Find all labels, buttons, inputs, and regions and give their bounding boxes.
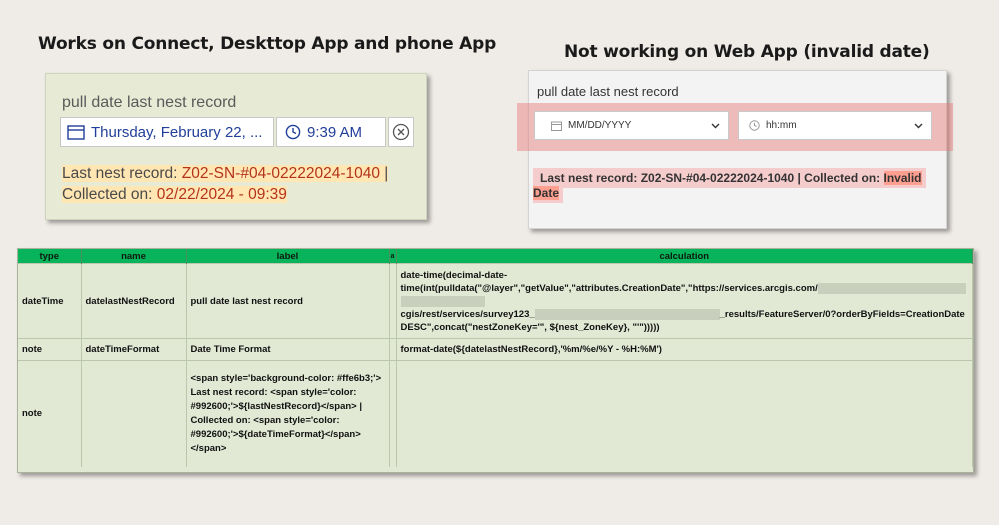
time-value: 9:39 AM — [307, 123, 363, 141]
cell-type[interactable]: note — [18, 338, 82, 361]
header-type[interactable]: type — [18, 249, 82, 264]
cell-calculation[interactable]: date-time(decimal-date- time(int(pulldat… — [396, 263, 973, 339]
note-text-web: Last nest record: Z02-SN-#04-02222024-10… — [540, 171, 884, 185]
time-picker[interactable]: 9:39 AM — [276, 117, 386, 147]
xlsform-sheet: type name label a calculation dateTime d… — [17, 248, 974, 473]
question-label-web: pull date last nest record — [537, 84, 679, 99]
note-date: 02/22/2024 - 09:39 — [156, 186, 287, 203]
note-collected: Collected on: — [62, 186, 157, 203]
cell-hidden[interactable] — [389, 338, 397, 361]
cell-calculation[interactable]: format-date(${datelastNestRecord},'%m/%e… — [396, 338, 973, 361]
date-placeholder: MM/DD/YYYY — [568, 120, 632, 131]
cell-type[interactable]: dateTime — [18, 263, 82, 339]
time-placeholder: hh:mm — [766, 120, 797, 131]
chevron-down-icon — [711, 123, 720, 129]
calc-part-1: date-time(decimal-date- time(int(pulldat… — [400, 269, 818, 294]
time-select[interactable]: hh:mm — [738, 111, 932, 140]
note-separator: | — [379, 165, 389, 182]
cell-name[interactable]: datelastNestRecord — [81, 263, 187, 339]
header-hidden[interactable]: a — [389, 249, 397, 264]
question-label: pull date last nest record — [62, 94, 237, 111]
calendar-icon — [551, 121, 562, 131]
table-row: note <span style='background-color: #ffe… — [18, 360, 973, 467]
cell-label[interactable]: pull date last nest record — [186, 263, 390, 339]
date-value: Thursday, February 22, ... — [91, 123, 263, 141]
cell-calculation[interactable] — [396, 360, 973, 467]
xlsform-table: type name label a calculation dateTime d… — [18, 249, 973, 467]
cell-hidden[interactable] — [389, 263, 397, 339]
header-row: type name label a calculation — [18, 249, 973, 264]
redacted-block: xxxxxxxxxxxxxxxxxxxxxxxxxxxxxxxxxxx — [534, 308, 720, 320]
date-picker[interactable]: Thursday, February 22, ... — [60, 117, 274, 147]
clear-button[interactable] — [388, 117, 414, 147]
cell-type[interactable]: note — [18, 360, 82, 467]
working-form-preview: pull date last nest record Thursday, Feb… — [45, 73, 427, 220]
cell-name[interactable]: dateTimeFormat — [81, 338, 187, 361]
header-calculation[interactable]: calculation — [396, 249, 973, 264]
calendar-icon — [67, 124, 85, 140]
table-row: dateTime datelastNestRecord pull date la… — [18, 263, 973, 339]
note-prefix: Last nest record: — [62, 165, 182, 182]
left-panel-title: Works on Connect, Deskttop App and phone… — [38, 34, 497, 54]
invalid-text-1: Invalid — [883, 171, 922, 185]
note-output-web: Last nest record: Z02-SN-#04-02222024-10… — [533, 168, 938, 203]
chevron-down-icon — [914, 123, 923, 129]
note-record: Z02-SN-#04-02222024-1040 — [181, 165, 380, 182]
note-output: Last nest record: Z02-SN-#04-02222024-10… — [62, 163, 389, 205]
clear-icon — [392, 123, 410, 141]
right-panel-title: Not working on Web App (invalid date) — [564, 42, 930, 62]
table-row: note dateTimeFormat Date Time Format for… — [18, 338, 973, 361]
clock-icon — [285, 124, 301, 140]
calc-part-2: cgis/rest/services/survey123_ — [400, 308, 535, 320]
cell-name[interactable] — [81, 360, 187, 467]
cell-label[interactable]: <span style='background-color: #ffe6b3;'… — [186, 360, 390, 467]
cell-label[interactable]: Date Time Format — [186, 338, 390, 361]
clock-icon — [749, 120, 760, 131]
header-name[interactable]: name — [81, 249, 187, 264]
invalid-text-2: Date — [533, 186, 560, 200]
failing-form-preview: pull date last nest record MM/DD/YYYY hh… — [517, 70, 953, 229]
date-select[interactable]: MM/DD/YYYY — [534, 111, 729, 140]
header-label[interactable]: label — [186, 249, 390, 264]
cell-hidden[interactable] — [389, 360, 397, 467]
